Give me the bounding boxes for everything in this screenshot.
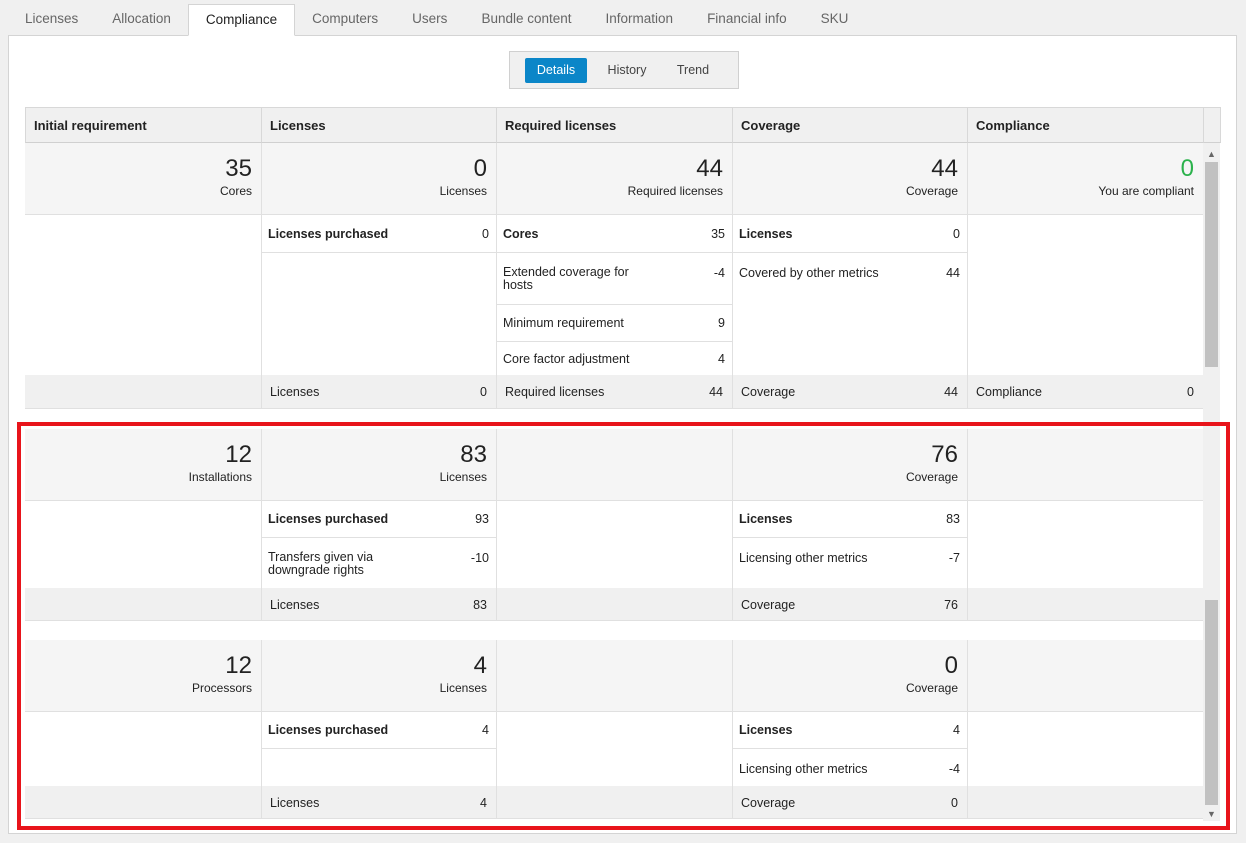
coverage-footer: Coverage 76 bbox=[733, 588, 968, 621]
required-licenses-value: 44 bbox=[696, 155, 723, 182]
coverage-cell: 0 Coverage bbox=[733, 640, 968, 712]
compliance-footer bbox=[968, 588, 1204, 621]
compliance-cell bbox=[968, 429, 1204, 501]
list-item: Licensing other metrics -7 bbox=[739, 551, 960, 565]
required-detail-column: Cores 35 Extended coverage for hosts -4 … bbox=[497, 215, 733, 375]
scroll-up-icon[interactable]: ▲ bbox=[1203, 147, 1220, 161]
list-item: Cores 35 bbox=[497, 215, 732, 253]
list-item: Extended coverage for hosts -4 bbox=[497, 252, 732, 305]
tab-bundle-content[interactable]: Bundle content bbox=[464, 4, 588, 34]
required-detail-column bbox=[497, 501, 733, 588]
tab-financial-info[interactable]: Financial info bbox=[690, 4, 804, 34]
coverage-label: Coverage bbox=[905, 184, 958, 198]
coverage-detail-column: Licenses 0 Covered by other metrics 44 bbox=[733, 215, 968, 375]
licenses-cell: 83 Licenses bbox=[262, 429, 497, 501]
required-licenses-cell bbox=[497, 640, 733, 712]
history-button[interactable]: History bbox=[596, 58, 658, 83]
compliance-detail-column bbox=[968, 501, 1204, 588]
list-item: Licenses purchased 0 bbox=[262, 215, 496, 253]
header-coverage[interactable]: Coverage bbox=[733, 107, 968, 143]
initial-footer bbox=[25, 786, 262, 819]
compliance-detail-column bbox=[968, 712, 1204, 786]
licenses-detail-column: Licenses purchased 93 Transfers given vi… bbox=[262, 501, 497, 588]
initial-detail-column bbox=[25, 215, 262, 375]
initial-requirement-cell: 12 Installations bbox=[25, 429, 262, 501]
scrollbar-thumb[interactable] bbox=[1205, 600, 1218, 805]
initial-requirement-value: 35 bbox=[225, 155, 252, 182]
required-licenses-label: Required licenses bbox=[627, 184, 723, 198]
list-item: Transfers given via downgrade rights -10 bbox=[268, 550, 489, 577]
tab-allocation[interactable]: Allocation bbox=[95, 4, 188, 34]
compliance-status: You are compliant bbox=[1098, 184, 1194, 198]
tab-sku[interactable]: SKU bbox=[804, 4, 866, 34]
initial-footer bbox=[25, 375, 262, 409]
trend-button[interactable]: Trend bbox=[662, 58, 724, 83]
licenses-value: 0 bbox=[473, 155, 487, 182]
list-item: Core factor adjustment 4 bbox=[503, 352, 725, 366]
initial-detail-column bbox=[25, 501, 262, 588]
licenses-footer: Licenses 4 bbox=[262, 786, 497, 819]
initial-requirement-cell: 35 Cores bbox=[25, 143, 262, 215]
tab-users[interactable]: Users bbox=[395, 4, 464, 34]
header-licenses[interactable]: Licenses bbox=[262, 107, 497, 143]
coverage-cell: 76 Coverage bbox=[733, 429, 968, 501]
coverage-cell: 44 Coverage bbox=[733, 143, 968, 215]
scrollbar-thumb[interactable] bbox=[1205, 162, 1218, 367]
list-item: Licensing other metrics -4 bbox=[739, 762, 960, 776]
header-compliance[interactable]: Compliance bbox=[968, 107, 1204, 143]
required-footer bbox=[497, 786, 733, 819]
list-item: Minimum requirement 9 bbox=[497, 304, 732, 342]
main-tabs: Licenses Allocation Compliance Computers… bbox=[8, 4, 866, 36]
initial-footer bbox=[25, 588, 262, 621]
compliance-grid: Initial requirement Licenses Required li… bbox=[25, 107, 1221, 821]
compliance-detail-column bbox=[968, 215, 1204, 375]
header-initial-requirement[interactable]: Initial requirement bbox=[25, 107, 262, 143]
required-footer bbox=[497, 588, 733, 621]
list-item: Licenses 83 bbox=[733, 501, 967, 538]
list-item: Licenses 4 bbox=[733, 712, 967, 749]
licenses-label: Licenses bbox=[439, 184, 487, 198]
licenses-footer: Licenses 83 bbox=[262, 588, 497, 621]
licenses-detail-column: Licenses purchased 4 bbox=[262, 712, 497, 786]
list-item: Licenses purchased 4 bbox=[262, 712, 496, 749]
coverage-detail-column: Licenses 83 Licensing other metrics -7 bbox=[733, 501, 968, 588]
compliance-cell: 0 You are compliant bbox=[968, 143, 1204, 215]
initial-requirement-label: Cores bbox=[219, 184, 252, 198]
header-spacer bbox=[1204, 107, 1221, 143]
initial-detail-column bbox=[25, 712, 262, 786]
view-toggle: Details History Trend bbox=[509, 51, 739, 89]
compliance-footer: Compliance 0 bbox=[968, 375, 1204, 409]
coverage-detail-column: Licenses 4 Licensing other metrics -4 bbox=[733, 712, 968, 786]
tab-compliance[interactable]: Compliance bbox=[187, 4, 296, 36]
licenses-footer: Licenses 0 bbox=[262, 375, 497, 409]
licenses-detail-column: Licenses purchased 0 bbox=[262, 215, 497, 375]
list-item: Covered by other metrics 44 bbox=[739, 266, 960, 280]
licenses-cell: 4 Licenses bbox=[262, 640, 497, 712]
compliance-cell bbox=[968, 640, 1204, 712]
required-licenses-cell bbox=[497, 429, 733, 501]
coverage-footer: Coverage 44 bbox=[733, 375, 968, 409]
details-button[interactable]: Details bbox=[525, 58, 587, 83]
tab-licenses[interactable]: Licenses bbox=[8, 4, 95, 34]
tab-information[interactable]: Information bbox=[589, 4, 691, 34]
compliance-value: 0 bbox=[1180, 155, 1194, 182]
coverage-footer: Coverage 0 bbox=[733, 786, 968, 819]
required-footer: Required licenses 44 bbox=[497, 375, 733, 409]
tab-computers[interactable]: Computers bbox=[295, 4, 395, 34]
list-item: Licenses 0 bbox=[733, 215, 967, 253]
required-detail-column bbox=[497, 712, 733, 786]
list-item: Licenses purchased 93 bbox=[262, 501, 496, 538]
coverage-value: 44 bbox=[931, 155, 958, 182]
header-required-licenses[interactable]: Required licenses bbox=[497, 107, 733, 143]
compliance-footer bbox=[968, 786, 1204, 819]
required-licenses-cell: 44 Required licenses bbox=[497, 143, 733, 215]
initial-requirement-cell: 12 Processors bbox=[25, 640, 262, 712]
scroll-down-icon[interactable]: ▼ bbox=[1203, 807, 1220, 821]
licenses-cell: 0 Licenses bbox=[262, 143, 497, 215]
